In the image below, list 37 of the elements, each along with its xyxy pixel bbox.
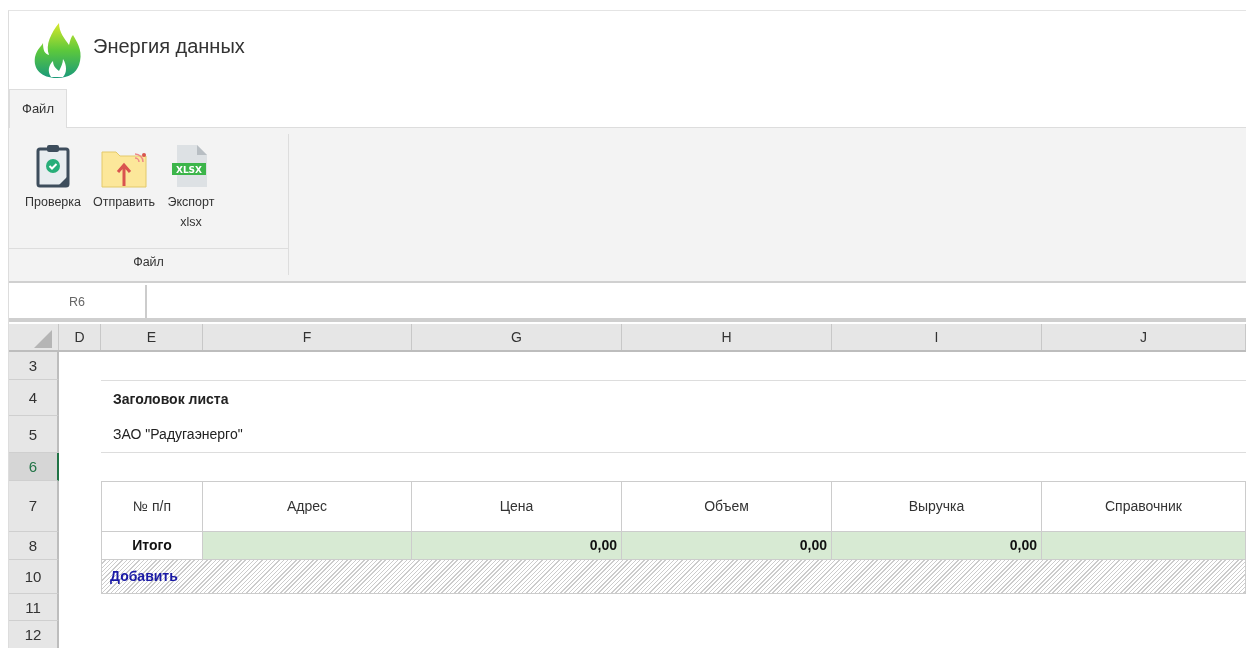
name-box[interactable]: R6 <box>9 284 147 319</box>
table-header-cell: Выручка <box>832 480 1042 532</box>
export-button[interactable]: XLSX Экспорт xlsx <box>163 139 219 234</box>
total-cell: 0,00 <box>832 532 1042 560</box>
total-cell: 0,00 <box>622 532 832 560</box>
table-header-cell: Цена <box>412 480 622 532</box>
column-header[interactable]: J <box>1042 324 1246 351</box>
column-header[interactable]: H <box>622 324 832 351</box>
column-header[interactable]: E <box>101 324 203 351</box>
app-title: Энергия данных <box>93 34 245 58</box>
row-header[interactable]: 6 <box>9 452 59 481</box>
column-header[interactable]: I <box>832 324 1042 351</box>
row-header[interactable]: 11 <box>9 593 59 622</box>
table-header-cell: № п/п <box>101 480 203 532</box>
row-header[interactable]: 5 <box>9 416 59 453</box>
add-link[interactable]: Добавить <box>110 568 178 585</box>
company-name: ЗАО "Радугаэнерго" <box>101 416 1246 453</box>
check-button[interactable]: Проверка <box>21 139 85 214</box>
send-button[interactable]: Отправить <box>89 139 159 214</box>
total-cell: 0,00 <box>412 532 622 560</box>
group-label: Файл <box>133 254 164 269</box>
column-header[interactable]: F <box>203 324 412 351</box>
total-label: Итого <box>101 532 203 560</box>
row-header[interactable]: 8 <box>9 532 59 560</box>
sheet-title: Заголовок листа <box>101 379 1246 417</box>
row-header[interactable]: 7 <box>9 480 59 532</box>
row-header[interactable]: 4 <box>9 379 59 417</box>
row-header[interactable]: 10 <box>9 559 59 594</box>
column-header[interactable]: G <box>412 324 622 351</box>
table-header-cell: Объем <box>622 480 832 532</box>
clipboard-check-icon <box>36 143 70 188</box>
table-header-cell: Адрес <box>203 480 412 532</box>
column-header[interactable]: D <box>59 324 101 351</box>
row-header[interactable]: 3 <box>9 352 59 380</box>
ribbon-tab[interactable]: Файл <box>9 89 67 128</box>
select-all-icon[interactable] <box>34 330 52 349</box>
row-header[interactable]: 12 <box>9 621 59 648</box>
